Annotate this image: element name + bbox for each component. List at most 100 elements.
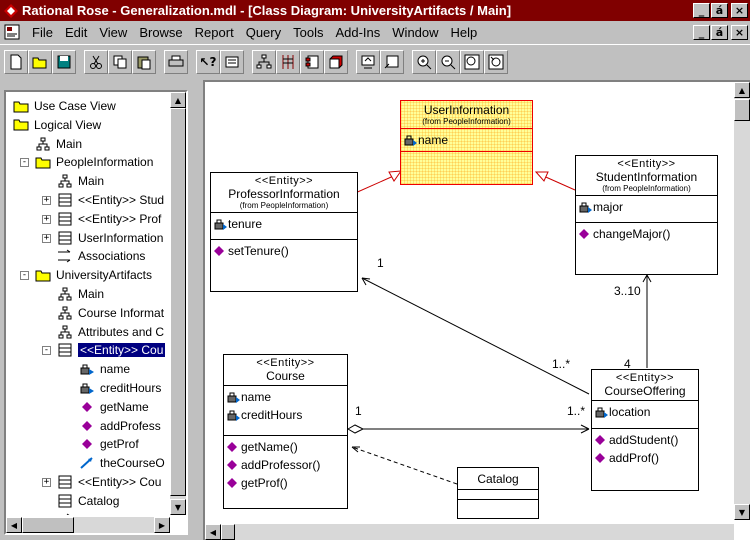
expand-toggle[interactable]: + — [42, 233, 51, 243]
tree-item[interactable]: Attributes and C — [56, 323, 164, 341]
scroll-thumb[interactable] — [170, 108, 186, 496]
scroll-right-button[interactable]: ▶ — [154, 517, 170, 533]
arrow-down-icon: ▼ — [174, 502, 182, 512]
restore-button[interactable]: á — [711, 3, 728, 18]
tree-item[interactable]: getName — [78, 398, 149, 416]
tree-item[interactable]: Associations — [56, 511, 145, 515]
scroll-thumb[interactable] — [22, 517, 74, 533]
close-button[interactable]: × — [731, 3, 748, 18]
zoom-in-icon[interactable] — [412, 49, 436, 74]
mdi-restore-button[interactable]: á — [711, 24, 728, 40]
attribute-credithours: creditHours — [241, 408, 303, 422]
fit-in-window-icon[interactable] — [460, 49, 484, 74]
menu-query[interactable]: Query — [240, 25, 287, 40]
tree-item[interactable]: Main — [56, 285, 104, 303]
expand-toggle[interactable]: + — [42, 478, 51, 487]
tree-item[interactable]: creditHours — [78, 379, 161, 397]
minimize-button[interactable]: _ — [693, 3, 710, 18]
document-icon[interactable] — [4, 24, 22, 40]
menu-window[interactable]: Window — [386, 25, 444, 40]
collapse-toggle[interactable]: - — [42, 346, 51, 356]
collapse-toggle[interactable]: - — [20, 158, 29, 168]
browser-vertical-scrollbar[interactable]: ▲ ▼ — [170, 92, 186, 515]
tree-item[interactable]: <<Entity>> Prof — [56, 210, 161, 228]
tree-item[interactable]: PeopleInformation — [34, 153, 153, 171]
diagram-canvas[interactable]: UserInformation (from PeopleInformation)… — [203, 80, 750, 540]
menu-view[interactable]: View — [93, 25, 133, 40]
scroll-left-button[interactable]: ◀ — [6, 517, 22, 533]
tree-item-label: Use Case View — [34, 99, 116, 113]
zoom-out-icon[interactable] — [436, 49, 460, 74]
class-course[interactable]: <<Entity>> Course name creditHours getNa… — [223, 354, 348, 509]
menu-report[interactable]: Report — [189, 25, 240, 40]
menu-add-ins[interactable]: Add-Ins — [329, 25, 386, 40]
tree-item[interactable]: theCourseO — [78, 454, 165, 472]
tree-item[interactable]: UniversityArtifacts — [34, 266, 152, 284]
scroll-down-button[interactable]: ▼ — [170, 499, 186, 515]
view-doc-icon[interactable] — [220, 49, 244, 74]
expand-toggle[interactable]: + — [42, 196, 51, 205]
menu-edit[interactable]: Edit — [59, 25, 93, 40]
browser-horizontal-scrollbar[interactable]: ◀ ▶ — [6, 517, 170, 533]
browse-deployment-icon[interactable] — [324, 49, 348, 74]
class-professorinformation[interactable]: <<Entity>> ProfessorInformation (from Pe… — [210, 172, 358, 292]
tree-item[interactable]: Course Informat — [56, 304, 164, 322]
canvas-horizontal-scrollbar[interactable]: ◀ — [205, 524, 734, 540]
tree-item-label: Main — [78, 287, 105, 301]
tree-item[interactable]: getProf — [78, 435, 139, 453]
mdi-close-button[interactable]: × — [731, 24, 748, 40]
tree-item-label: Attributes and C — [78, 324, 165, 339]
tree-item[interactable]: <<Entity>> Cou — [56, 341, 166, 359]
scroll-left-button[interactable]: ◀ — [205, 524, 221, 540]
collapse-toggle[interactable]: - — [20, 271, 29, 281]
save-icon[interactable] — [52, 49, 76, 74]
menu-tools[interactable]: Tools — [287, 25, 329, 40]
scroll-down-button[interactable]: ▼ — [734, 504, 750, 520]
scroll-up-button[interactable]: ▲ — [734, 82, 750, 98]
class-userinformation[interactable]: UserInformation (from PeopleInformation)… — [400, 100, 533, 185]
mdi-minimize-button[interactable]: _ — [693, 24, 710, 40]
menu-help[interactable]: Help — [445, 25, 484, 40]
tree-item[interactable]: Main — [56, 172, 104, 190]
scroll-up-button[interactable]: ▲ — [170, 92, 186, 108]
class-name: StudentInformation — [595, 170, 698, 184]
scroll-thumb[interactable] — [734, 99, 750, 121]
open-icon[interactable] — [28, 49, 52, 74]
scroll-thumb[interactable] — [221, 524, 235, 540]
rose-app-icon[interactable] — [3, 3, 19, 19]
association-offering-professor[interactable] — [361, 277, 590, 395]
tree-item[interactable]: Use Case View — [12, 97, 116, 115]
cut-icon[interactable] — [84, 49, 108, 74]
tree-item[interactable]: <<Entity>> Stud — [56, 191, 164, 209]
canvas-vertical-scrollbar[interactable]: ▲ ▼ — [734, 82, 750, 520]
class-studentinformation[interactable]: <<Entity>> StudentInformation (from Peop… — [575, 155, 718, 275]
paste-icon[interactable] — [132, 49, 156, 74]
undo-fit-icon[interactable] — [484, 49, 508, 74]
operation-getprof: getProf() — [241, 476, 288, 490]
expand-toggle[interactable]: + — [42, 214, 51, 224]
menu-file[interactable]: File — [26, 25, 59, 40]
class-courseoffering[interactable]: <<Entity>> CourseOffering location addSt… — [591, 369, 699, 491]
tree-item-label: Associations — [78, 249, 146, 264]
class-catalog[interactable]: Catalog — [457, 467, 539, 519]
print-icon[interactable] — [164, 49, 188, 74]
tree-item[interactable]: <<Entity>> Cou — [56, 473, 161, 491]
browse-previous-icon[interactable] — [380, 49, 404, 74]
browse-parent-icon[interactable] — [356, 49, 380, 74]
browse-class-icon[interactable] — [252, 49, 276, 74]
tree-item[interactable]: addProfess — [78, 417, 161, 435]
private-attribute-icon — [594, 405, 608, 419]
copy-icon[interactable] — [108, 49, 132, 74]
tree-item[interactable]: Catalog — [56, 492, 119, 510]
tree-item[interactable]: Main — [34, 135, 82, 153]
context-help-icon[interactable]: ↖? — [196, 49, 220, 74]
new-icon[interactable] — [4, 49, 28, 74]
browse-interaction-icon[interactable] — [276, 49, 300, 74]
tree-item[interactable]: UserInformation — [56, 229, 163, 247]
menu-browse[interactable]: Browse — [133, 25, 188, 40]
tree-item[interactable]: name — [78, 360, 130, 378]
tree-item[interactable]: Logical View — [12, 116, 101, 134]
tree-item[interactable]: Associations — [56, 247, 145, 265]
browse-component-icon[interactable] — [300, 49, 324, 74]
dependency-catalog-course[interactable] — [351, 446, 458, 485]
